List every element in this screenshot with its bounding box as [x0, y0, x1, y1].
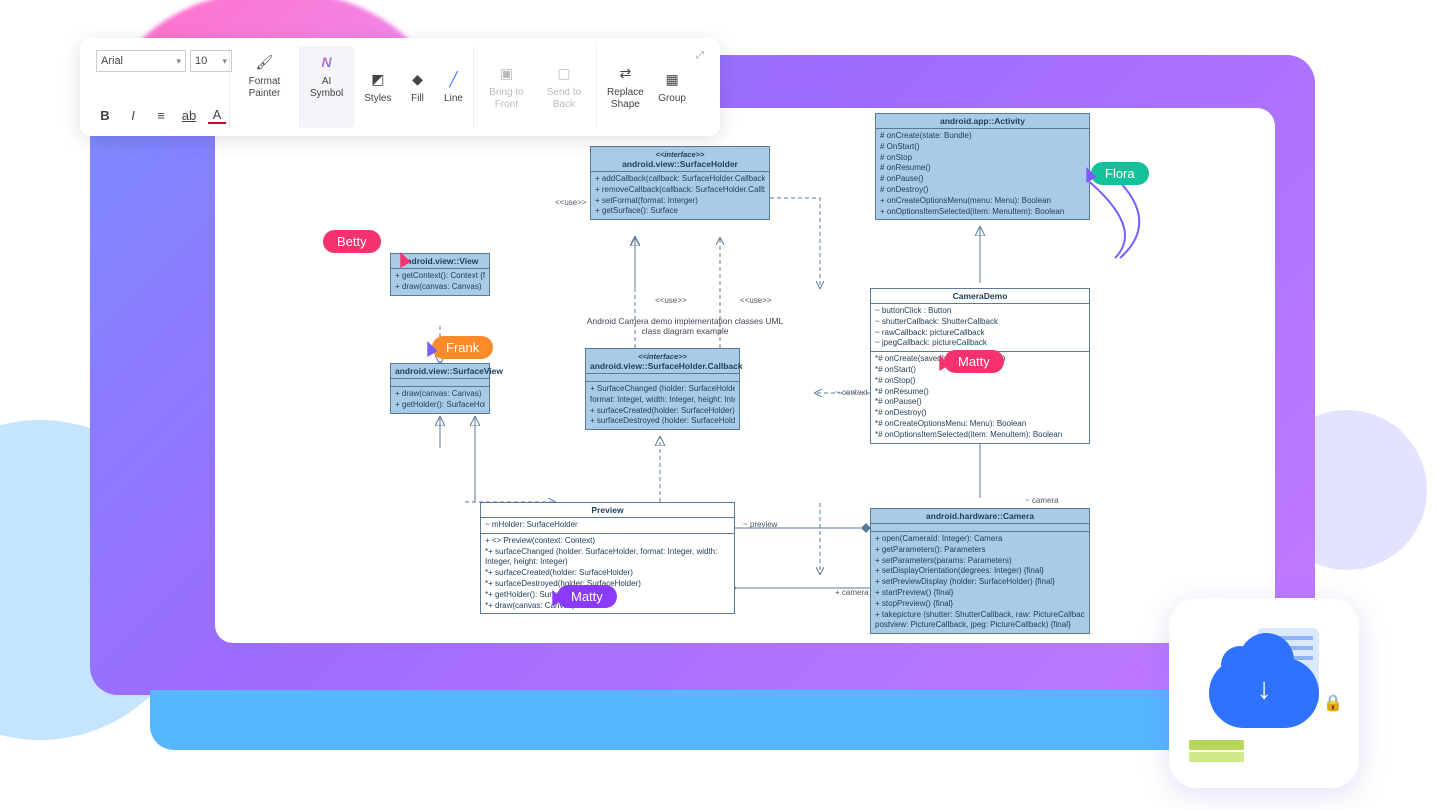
preview-label: ~ preview: [743, 520, 777, 529]
formatting-toolbar: Arial 10 B I ≡ ab A 🖌Format Painter NAI …: [80, 38, 720, 136]
styles-icon: ◩: [368, 69, 388, 89]
bring-front-button[interactable]: ▣Bring to Front: [480, 61, 532, 113]
use-label: <<use>>: [740, 296, 772, 305]
ai-symbol-button[interactable]: NAI Symbol: [306, 50, 347, 102]
highlight-icon[interactable]: ab: [180, 106, 198, 124]
cursor-matty-purple: Matty: [548, 585, 617, 608]
cursor-flora: Flora: [1082, 162, 1149, 185]
uml-surfaceholder[interactable]: <<interface>>android.view::SurfaceHolder…: [590, 146, 770, 220]
replace-icon: ⇄: [615, 63, 635, 83]
bring-front-icon: ▣: [496, 63, 516, 83]
group-button[interactable]: ▦Group: [654, 67, 690, 107]
diagram-caption: Android Camera demo implementation class…: [585, 316, 785, 336]
use-label: <<use>>: [655, 296, 687, 305]
line-button[interactable]: ╱Line: [439, 67, 467, 107]
send-back-icon: ▢: [554, 63, 574, 83]
bold-icon[interactable]: B: [96, 106, 114, 124]
uml-title: android.app::Activity: [876, 114, 1089, 129]
cursor-betty: Betty: [323, 230, 381, 253]
lock-icon: 🔒: [1323, 693, 1343, 713]
use-label: <<use>>: [555, 198, 587, 207]
cursor-matty-red: Matty: [935, 350, 1004, 373]
context-label: ~ context: [835, 388, 868, 397]
font-color-icon[interactable]: A: [208, 106, 226, 124]
decor-strip: [1189, 752, 1244, 762]
camera-label: ~ camera: [1025, 496, 1059, 505]
diagram-canvas[interactable]: <<use>> <<use>> <<use>> ~ context ~ prev…: [215, 108, 1275, 643]
cloud-download-icon: ↓: [1209, 658, 1319, 728]
uml-activity[interactable]: android.app::Activity # onCreate(state: …: [875, 113, 1090, 220]
expand-icon[interactable]: ⤢: [696, 50, 704, 61]
replace-shape-button[interactable]: ⇄Replace Shape: [603, 61, 649, 113]
align-icon[interactable]: ≡: [152, 106, 170, 124]
uml-callback[interactable]: <<interface>>android.view::SurfaceHolder…: [585, 348, 740, 430]
camera-label: + camera: [835, 588, 869, 597]
italic-icon[interactable]: I: [124, 106, 142, 124]
styles-button[interactable]: ◩Styles: [360, 67, 395, 107]
cursor-pointer-betty: [396, 252, 405, 266]
cursor-frank: Frank: [423, 336, 493, 359]
fill-icon: ◆: [407, 69, 427, 89]
uml-surfaceview[interactable]: android.view::SurfaceView + draw(canvas:…: [390, 363, 490, 414]
line-icon: ╱: [443, 69, 463, 89]
download-card[interactable]: ↓ 🔒: [1169, 598, 1359, 788]
fill-button[interactable]: ◆Fill: [403, 67, 431, 107]
font-family-select[interactable]: Arial: [96, 50, 186, 72]
ai-icon: N: [317, 52, 337, 72]
format-painter-button[interactable]: 🖌Format Painter: [236, 50, 293, 102]
send-back-button[interactable]: ▢Send to Back: [538, 61, 589, 113]
uml-members: # onCreate(state: Bundle)# OnStart()# on…: [876, 129, 1089, 219]
decor-strip: [1189, 740, 1244, 750]
font-size-select[interactable]: 10: [190, 50, 232, 72]
paint-roller-icon: 🖌: [254, 52, 274, 72]
uml-camera[interactable]: android.hardware::Camera + open(CameraId…: [870, 508, 1090, 634]
group-icon: ▦: [662, 69, 682, 89]
